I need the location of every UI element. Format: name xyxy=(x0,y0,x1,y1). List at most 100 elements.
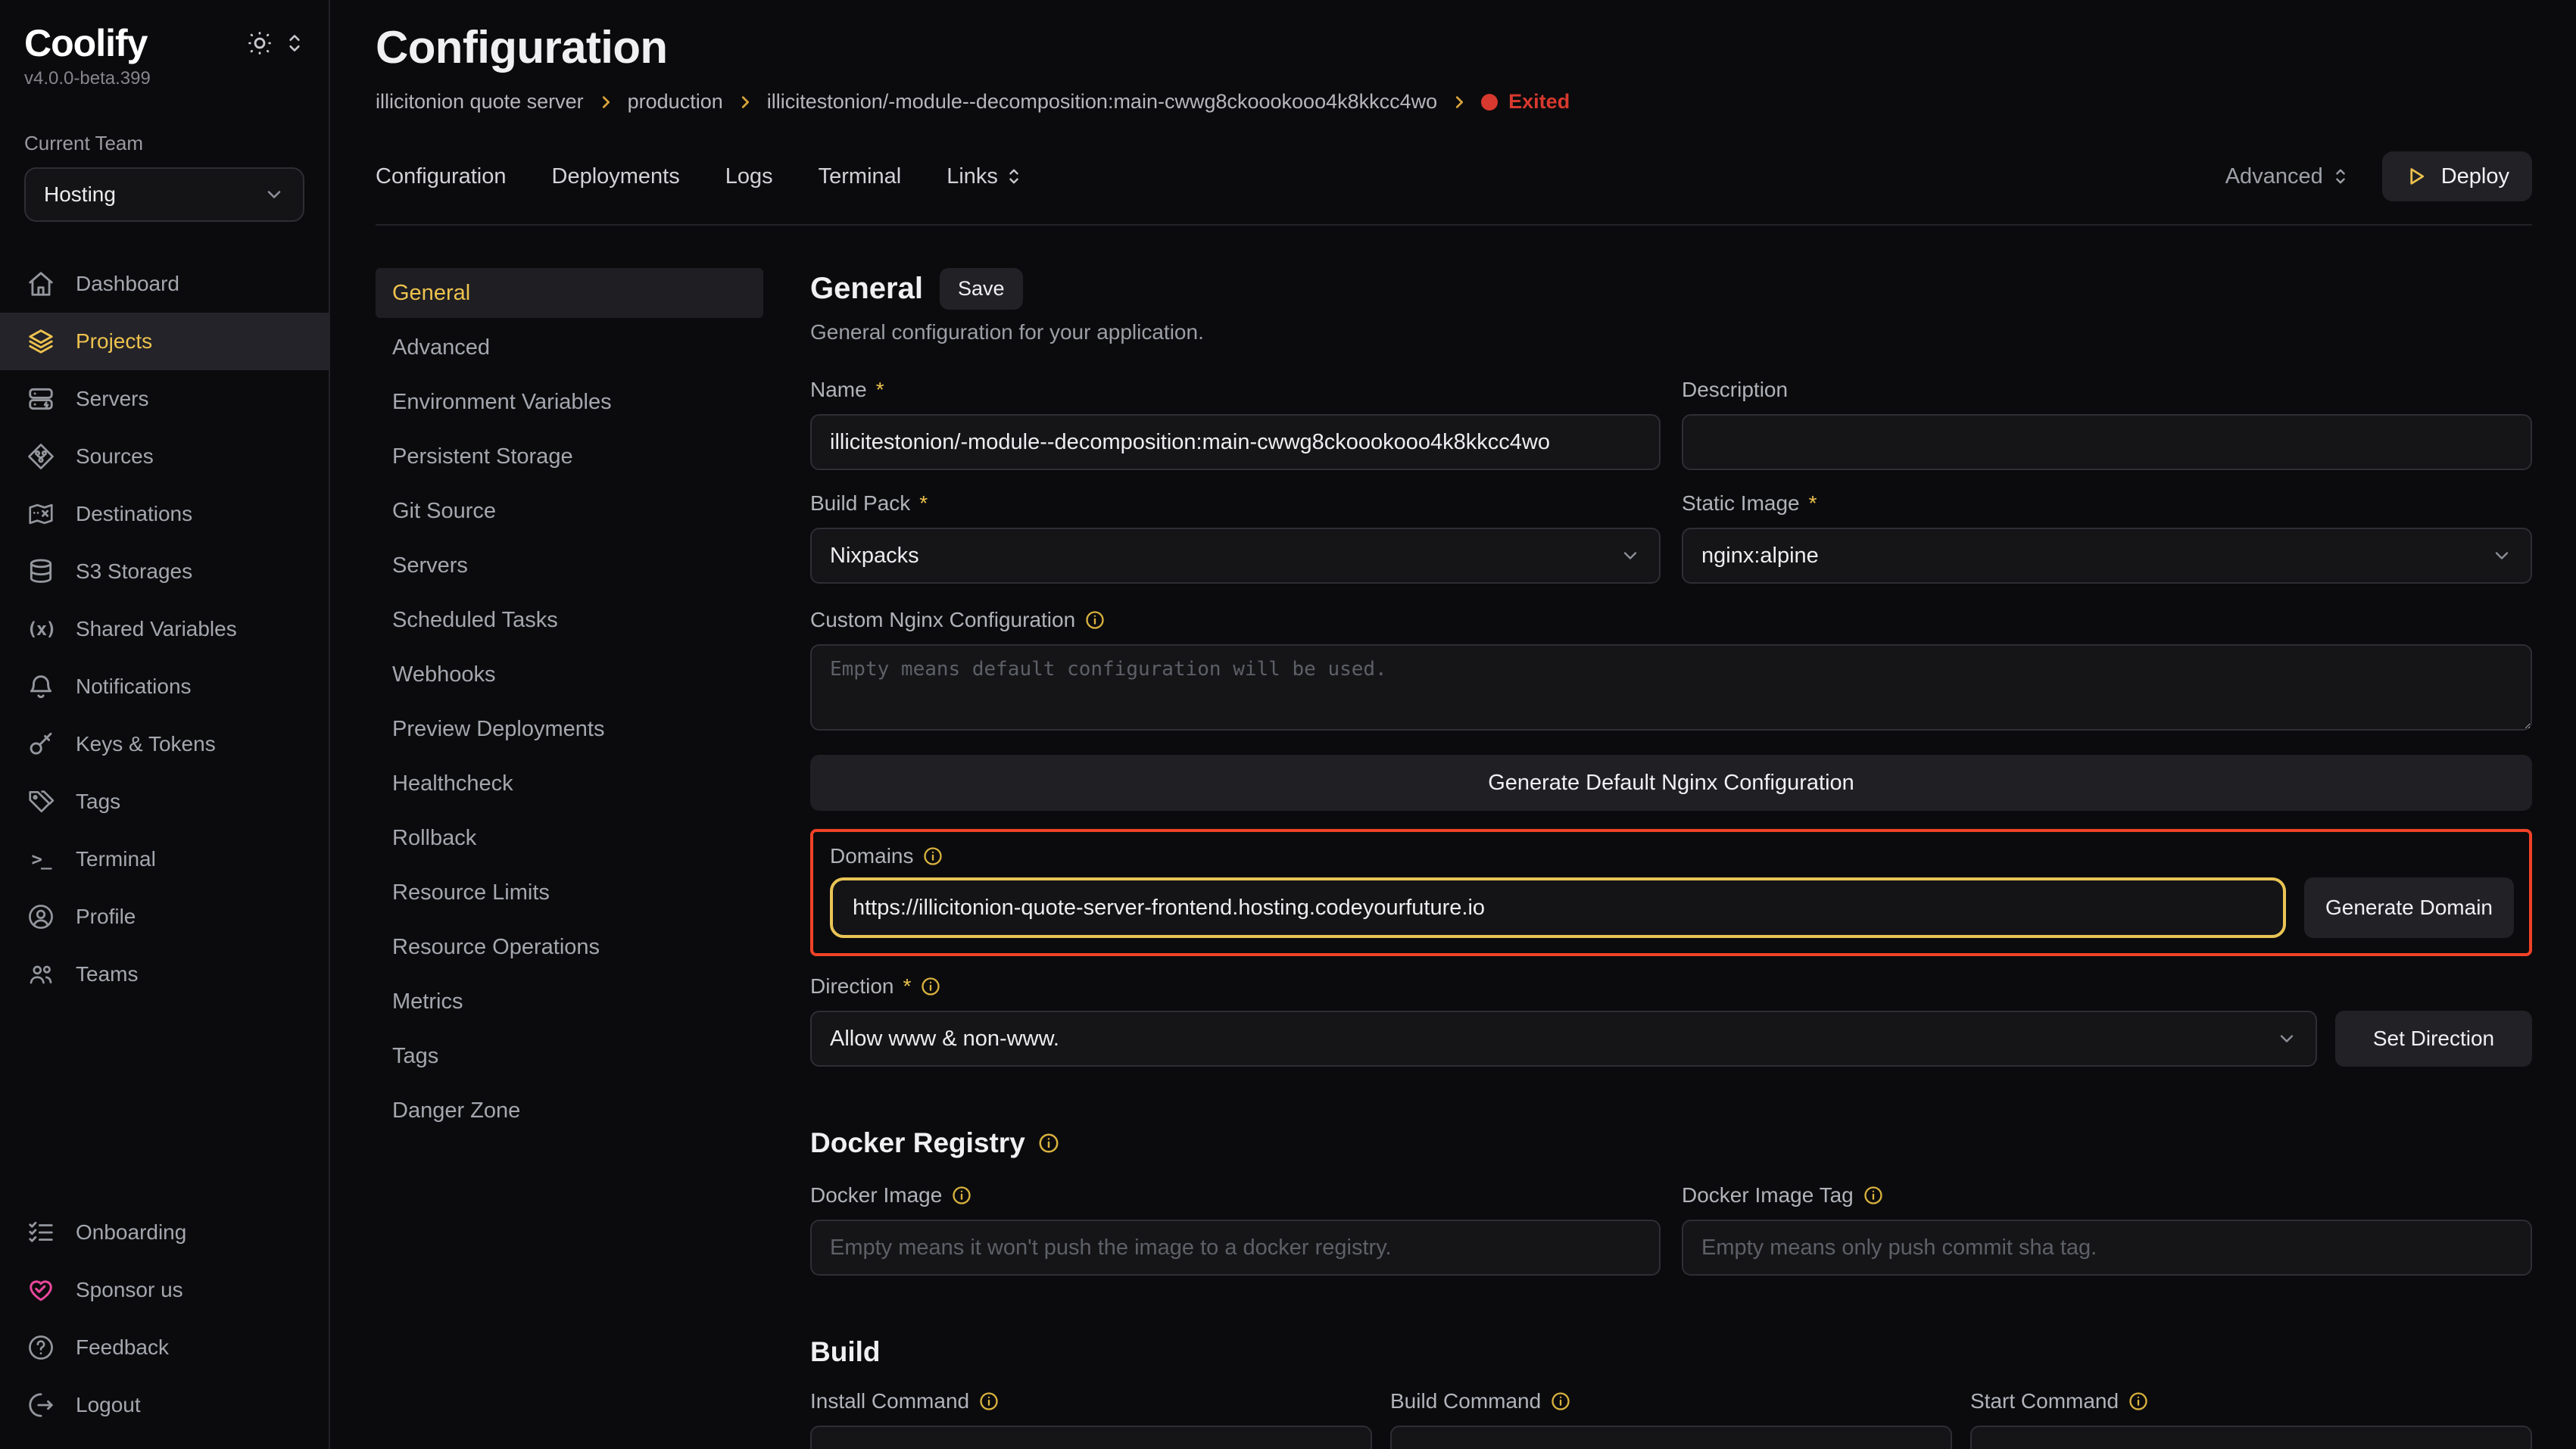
subnav-preview-deployments[interactable]: Preview Deployments xyxy=(376,704,763,754)
sidebar-item-sponsor[interactable]: Sponsor us xyxy=(0,1261,329,1319)
tab-deployments[interactable]: Deployments xyxy=(552,164,680,189)
chevron-right-icon xyxy=(737,94,753,111)
sidebar-item-keys-tokens[interactable]: Keys & Tokens xyxy=(0,715,329,773)
name-label: Name* xyxy=(810,378,1661,402)
set-direction-button[interactable]: Set Direction xyxy=(2335,1011,2532,1067)
sidebar-item-profile[interactable]: Profile xyxy=(0,888,329,946)
updown-icon xyxy=(1006,167,1022,186)
status-badge: Exited xyxy=(1481,90,1570,114)
start-command-label: Start Command xyxy=(1970,1389,2532,1413)
sidebar-item-terminal[interactable]: >_ Terminal xyxy=(0,830,329,888)
question-icon xyxy=(26,1332,56,1363)
tab-links[interactable]: Links xyxy=(947,164,1022,189)
tab-terminal[interactable]: Terminal xyxy=(819,164,902,189)
subnav-resource-operations[interactable]: Resource Operations xyxy=(376,922,763,972)
name-input[interactable] xyxy=(810,414,1661,470)
subnav-environment-variables[interactable]: Environment Variables xyxy=(376,377,763,427)
install-command-input[interactable] xyxy=(810,1426,1372,1449)
save-button[interactable]: Save xyxy=(940,268,1023,310)
sidebar-item-logout[interactable]: Logout xyxy=(0,1376,329,1434)
subnav-scheduled-tasks[interactable]: Scheduled Tasks xyxy=(376,595,763,645)
build-command-input[interactable] xyxy=(1390,1426,1952,1449)
sidebar-item-shared-variables[interactable]: (x) Shared Variables xyxy=(0,600,329,658)
git-source-icon xyxy=(26,441,56,472)
domains-input[interactable] xyxy=(830,877,2286,938)
sidebar-item-dashboard[interactable]: Dashboard xyxy=(0,255,329,313)
breadcrumb-application[interactable]: illicitestonion/-module--decomposition:m… xyxy=(767,90,1437,114)
info-icon xyxy=(1084,609,1106,631)
chevron-down-icon xyxy=(1620,545,1641,566)
subnav-advanced[interactable]: Advanced xyxy=(376,323,763,372)
sidebar-item-destinations[interactable]: Destinations xyxy=(0,485,329,543)
section-title: General xyxy=(810,272,923,306)
current-team-label: Current Team xyxy=(24,132,304,155)
map-icon xyxy=(26,499,56,529)
sidebar-item-projects[interactable]: Projects xyxy=(0,313,329,370)
install-command-label: Install Command xyxy=(810,1389,1372,1413)
static-image-select[interactable]: nginx:alpine xyxy=(1682,528,2532,584)
build-pack-select[interactable]: Nixpacks xyxy=(810,528,1661,584)
tab-configuration[interactable]: Configuration xyxy=(376,164,507,189)
sidebar-item-notifications[interactable]: Notifications xyxy=(0,658,329,715)
chevron-right-icon xyxy=(597,94,614,111)
variables-icon: (x) xyxy=(26,614,56,644)
generate-nginx-button[interactable]: Generate Default Nginx Configuration xyxy=(810,755,2532,811)
build-command-label: Build Command xyxy=(1390,1389,1952,1413)
checklist-icon xyxy=(26,1217,56,1248)
subnav-git-source[interactable]: Git Source xyxy=(376,486,763,536)
subnav-webhooks[interactable]: Webhooks xyxy=(376,650,763,700)
custom-nginx-textarea[interactable] xyxy=(810,644,2532,731)
tab-logs[interactable]: Logs xyxy=(725,164,773,189)
subnav-danger-zone[interactable]: Danger Zone xyxy=(376,1086,763,1136)
chevron-down-icon xyxy=(2491,545,2512,566)
play-icon xyxy=(2405,165,2428,188)
subnav-metrics[interactable]: Metrics xyxy=(376,977,763,1027)
theme-updown-icon[interactable] xyxy=(285,32,304,55)
sidebar-item-onboarding[interactable]: Onboarding xyxy=(0,1204,329,1261)
sidebar-spacer xyxy=(0,1003,329,1204)
info-icon xyxy=(1037,1132,1060,1155)
sidebar-item-teams[interactable]: Teams xyxy=(0,946,329,1003)
chevron-down-icon xyxy=(2276,1028,2297,1049)
server-icon xyxy=(26,384,56,414)
general-form: General Save General configuration for y… xyxy=(810,268,2532,1449)
static-image-label: Static Image* xyxy=(1682,491,2532,516)
key-icon xyxy=(26,729,56,759)
subnav-healthcheck[interactable]: Healthcheck xyxy=(376,759,763,809)
subnav-resource-limits[interactable]: Resource Limits xyxy=(376,868,763,918)
subnav-persistent-storage[interactable]: Persistent Storage xyxy=(376,432,763,481)
advanced-menu[interactable]: Advanced xyxy=(2225,164,2349,189)
direction-select[interactable]: Allow www & non-www. xyxy=(810,1011,2317,1067)
sidebar: Coolify v4.0.0-beta.399 Current Team Hos… xyxy=(0,0,330,1449)
docker-image-input[interactable] xyxy=(810,1220,1661,1276)
page-title: Configuration xyxy=(376,21,2532,73)
sidebar-item-s3-storages[interactable]: S3 Storages xyxy=(0,543,329,600)
sidebar-item-servers[interactable]: Servers xyxy=(0,370,329,428)
description-input[interactable] xyxy=(1682,414,2532,470)
breadcrumb-project[interactable]: illicitonion quote server xyxy=(376,90,584,114)
generate-domain-button[interactable]: Generate Domain xyxy=(2304,877,2514,938)
sidebar-item-tags[interactable]: Tags xyxy=(0,773,329,830)
deploy-button[interactable]: Deploy xyxy=(2382,151,2532,201)
heart-icon xyxy=(26,1275,56,1305)
section-subtitle: General configuration for your applicati… xyxy=(810,320,2532,344)
subnav-tags[interactable]: Tags xyxy=(376,1031,763,1081)
info-icon xyxy=(2128,1391,2149,1412)
team-select[interactable]: Hosting xyxy=(24,167,304,222)
subnav-rollback[interactable]: Rollback xyxy=(376,813,763,863)
subnav-servers[interactable]: Servers xyxy=(376,541,763,591)
sidebar-item-sources[interactable]: Sources xyxy=(0,428,329,485)
chevron-right-icon xyxy=(1451,94,1467,111)
theme-sun-icon[interactable] xyxy=(247,30,273,56)
subnav-general[interactable]: General xyxy=(376,268,763,318)
logout-icon xyxy=(26,1390,56,1420)
docker-image-tag-input[interactable] xyxy=(1682,1220,2532,1276)
info-icon xyxy=(1863,1185,1884,1206)
version-label: v4.0.0-beta.399 xyxy=(24,68,304,89)
description-label: Description xyxy=(1682,378,2532,402)
sidebar-item-feedback[interactable]: Feedback xyxy=(0,1319,329,1376)
docker-image-label: Docker Image xyxy=(810,1183,1661,1208)
start-command-input[interactable] xyxy=(1970,1426,2532,1449)
breadcrumb-environment[interactable]: production xyxy=(628,90,723,114)
domains-label: Domains xyxy=(830,844,2514,868)
